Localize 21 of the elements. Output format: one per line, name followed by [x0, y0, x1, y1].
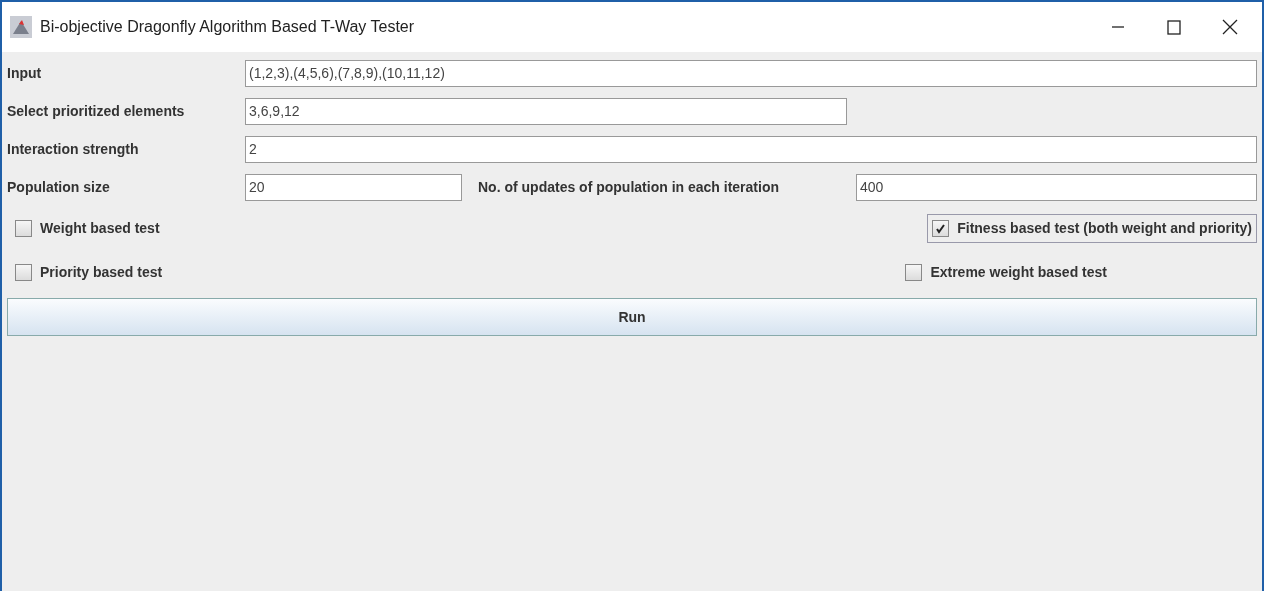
run-button[interactable]: Run [7, 298, 1257, 336]
maximize-icon [1167, 19, 1181, 35]
checkbox-option[interactable]: Priority based test [10, 257, 168, 287]
field-label: Population size [7, 177, 111, 197]
minimize-icon [1112, 26, 1124, 28]
check-icon [935, 222, 947, 234]
window-title: Bi-objective Dragonfly Algorithm Based T-Way Tester [40, 17, 415, 37]
field-label: Select prioritized elements [7, 101, 186, 121]
checkbox-option[interactable]: Weight based test [10, 213, 165, 243]
close-icon [1222, 19, 1238, 35]
text-field[interactable]: 2 [245, 135, 1257, 163]
text-field[interactable]: 20 [245, 173, 462, 201]
field-label: Input [7, 63, 43, 83]
text-field[interactable]: 3,6,9,12 [245, 97, 847, 125]
app-icon [10, 16, 32, 38]
field-label: No. of updates of population in each iteration [478, 177, 780, 197]
field-label: Interaction strength [7, 139, 140, 159]
checkbox-option[interactable]: Fitness based test (both weight and priority) [927, 213, 1257, 243]
text-field[interactable]: (1,2,3),(4,5,6),(7,8,9),(10,11,12) [245, 59, 1257, 87]
text-field[interactable]: 400 [856, 173, 1257, 201]
checkbox-option[interactable]: Extreme weight based test [900, 257, 1112, 287]
